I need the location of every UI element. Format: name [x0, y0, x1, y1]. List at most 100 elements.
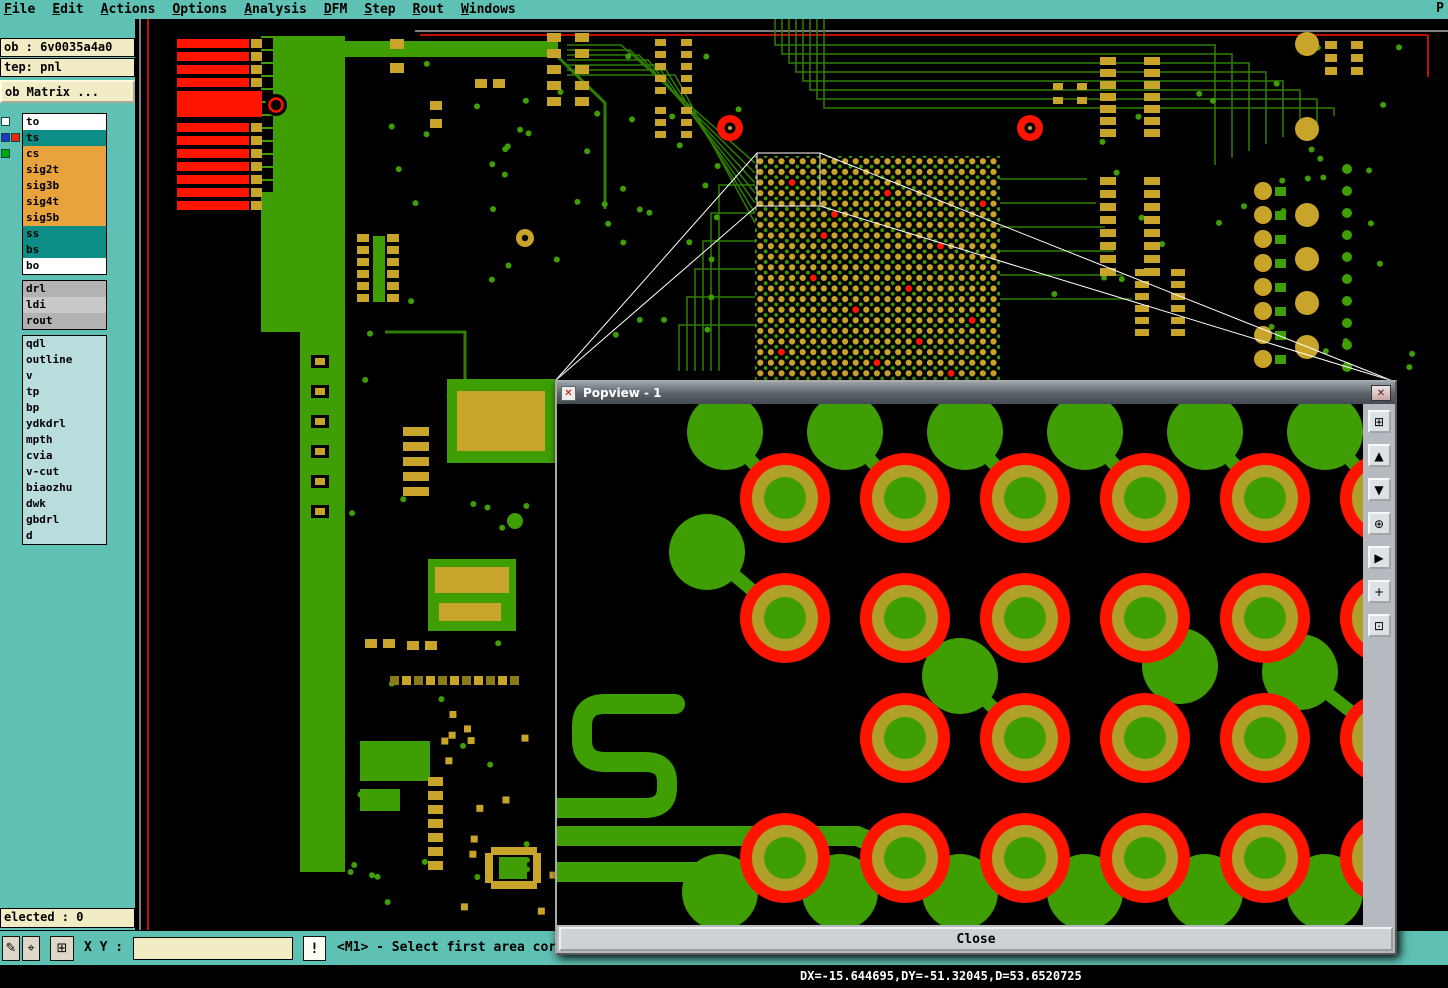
- layer-row-bo[interactable]: bo: [23, 258, 106, 274]
- layer-row-ldi[interactable]: ldi: [23, 297, 106, 313]
- popview-logo-icon: ✕: [561, 385, 576, 401]
- move-view-icon[interactable]: +: [1367, 580, 1391, 603]
- layer-row-bp[interactable]: bp: [23, 400, 106, 416]
- layer-row-gbdrl[interactable]: gbdrl: [23, 512, 106, 528]
- layer-swatch-slot-cs[interactable]: [0, 145, 22, 161]
- layer-swatch-slot-d[interactable]: [0, 527, 22, 543]
- layer-swatch-slot-ss[interactable]: [0, 225, 22, 241]
- prompt-message: <M1> - Select first area corner: [337, 940, 580, 955]
- layer-row-d[interactable]: d: [23, 528, 106, 544]
- layer-row-mpth[interactable]: mpth: [23, 432, 106, 448]
- job-field[interactable]: ob : 6v0035a4a0: [0, 38, 135, 57]
- menu-actions[interactable]: Actions: [101, 2, 156, 17]
- status-bar: DX=-15.644695,DY=-51.32045,D=53.6520725: [0, 965, 1448, 988]
- menu-bar: File Edit Actions Options Analysis DFM Step Rou…: [0, 0, 1448, 19]
- pan-up-icon[interactable]: ▲: [1367, 444, 1391, 467]
- layer-swatch-slot-sig5b[interactable]: [0, 209, 22, 225]
- grid-icon[interactable]: ⊞: [50, 936, 74, 961]
- layer-swatch-slot-qdl[interactable]: [0, 335, 22, 351]
- layer-color-swatch[interactable]: [1, 148, 10, 158]
- layer-group: to ts cs sig2t sig3b sig4t sig5b ss bs bo: [0, 113, 107, 275]
- layer-color-swatch[interactable]: [1, 132, 10, 142]
- layer-swatch-slot-mpth[interactable]: [0, 431, 22, 447]
- layer-row-cs[interactable]: cs: [23, 146, 106, 162]
- menu-edit[interactable]: Edit: [52, 2, 83, 17]
- layer-swatch-slot-sig3b[interactable]: [0, 177, 22, 193]
- menu-file[interactable]: File: [4, 2, 35, 17]
- selected-count: elected : 0: [0, 908, 135, 928]
- layer-row-outline[interactable]: outline: [23, 352, 106, 368]
- menu-rout[interactable]: Rout: [413, 2, 444, 17]
- layer-swatch-slot-ts[interactable]: [0, 129, 22, 145]
- layer-row-sig2t[interactable]: sig2t: [23, 162, 106, 178]
- layer-swatch-slot-outline[interactable]: [0, 351, 22, 367]
- menu-analysis[interactable]: Analysis: [244, 2, 307, 17]
- layer-group: drl ldi rout: [0, 280, 107, 330]
- layer-swatch-slot-v-cut[interactable]: [0, 463, 22, 479]
- layer-cells: drl ldi rout: [22, 280, 107, 330]
- layer-row-tp[interactable]: tp: [23, 384, 106, 400]
- popview-artwork[interactable]: [557, 404, 1363, 925]
- layer-swatch-slot-drl[interactable]: [0, 280, 22, 296]
- draw-icon[interactable]: ✎: [2, 936, 20, 961]
- layer-swatch-slot-bo[interactable]: [0, 257, 22, 273]
- layer-row-qdl[interactable]: qdl: [23, 336, 106, 352]
- center-view-icon[interactable]: ⊡: [1367, 614, 1391, 637]
- layer-color-swatch[interactable]: [1, 116, 10, 126]
- menu-options[interactable]: Options: [172, 2, 227, 17]
- step-field[interactable]: tep: pnl: [0, 58, 135, 77]
- layer-swatch-slot-tp[interactable]: [0, 383, 22, 399]
- layer-swatch-slot-to[interactable]: [0, 113, 22, 129]
- layer-row-ts[interactable]: ts: [23, 130, 106, 146]
- pan-down-icon[interactable]: ▼: [1367, 478, 1391, 501]
- alert-button[interactable]: !: [303, 936, 326, 961]
- menu-step[interactable]: Step: [364, 2, 395, 17]
- layer-swatch-slot-bs[interactable]: [0, 241, 22, 257]
- layer-color-swatch[interactable]: [11, 132, 20, 142]
- layer-swatch-slot-cvia[interactable]: [0, 447, 22, 463]
- popview-titlebar[interactable]: ✕ Popview - 1 ✕: [557, 382, 1395, 404]
- cursor-delta-readout: DX=-15.644695,DY=-51.32045,D=53.6520725: [800, 969, 1082, 983]
- popview-close-bar: Close: [557, 925, 1395, 953]
- layer-row-sig5b[interactable]: sig5b: [23, 210, 106, 226]
- menu-item-right[interactable]: P: [1436, 1, 1444, 16]
- crosshair-icon[interactable]: ⌖: [22, 936, 40, 961]
- layer-row-v-cut[interactable]: v-cut: [23, 464, 106, 480]
- layer-row-cvia[interactable]: cvia: [23, 448, 106, 464]
- layer-swatch-slot-gbdrl[interactable]: [0, 511, 22, 527]
- layer-row-drl[interactable]: drl: [23, 281, 106, 297]
- layer-swatch-slot-sig2t[interactable]: [0, 161, 22, 177]
- layer-swatch-slot-v[interactable]: [0, 367, 22, 383]
- menu-dfm[interactable]: DFM: [324, 2, 347, 17]
- layer-swatch-slot-rout[interactable]: [0, 312, 22, 328]
- layer-row-ydkdrl[interactable]: ydkdrl: [23, 416, 106, 432]
- layer-row-dwk[interactable]: dwk: [23, 496, 106, 512]
- popview-close-icon[interactable]: ✕: [1371, 385, 1391, 401]
- layer-swatch-slot-ydkdrl[interactable]: [0, 415, 22, 431]
- layer-row-bs[interactable]: bs: [23, 242, 106, 258]
- popview-close-button[interactable]: Close: [559, 927, 1393, 951]
- popview-toolbar: ⊞ ▲ ▼ ⊕ ▶ + ⊡: [1363, 404, 1395, 925]
- layer-swatch-slot-biaozhu[interactable]: [0, 479, 22, 495]
- pan-right-icon[interactable]: ▶: [1367, 546, 1391, 569]
- layer-row-sig4t[interactable]: sig4t: [23, 194, 106, 210]
- layer-row-biaozhu[interactable]: biaozhu: [23, 480, 106, 496]
- layer-row-to[interactable]: to: [23, 114, 106, 130]
- layer-swatch-slot-bp[interactable]: [0, 399, 22, 415]
- layer-row-sig3b[interactable]: sig3b: [23, 178, 106, 194]
- layer-swatch-slot-dwk[interactable]: [0, 495, 22, 511]
- job-matrix-button[interactable]: ob Matrix ...: [0, 80, 135, 103]
- zoom-in-icon[interactable]: ⊕: [1367, 512, 1391, 535]
- layer-swatch-slot-ldi[interactable]: [0, 296, 22, 312]
- layer-row-rout[interactable]: rout: [23, 313, 106, 329]
- xy-input[interactable]: [133, 937, 293, 960]
- left-panel: ob : 6v0035a4a0 tep: pnl ob Matrix ... t…: [0, 19, 135, 930]
- popview-window[interactable]: ✕ Popview - 1 ✕ ⊞ ▲ ▼ ⊕ ▶ + ⊡ Close: [555, 380, 1397, 955]
- xy-label: X Y :: [84, 940, 124, 955]
- window-icon[interactable]: ⊞: [1367, 410, 1391, 433]
- menu-windows[interactable]: Windows: [461, 2, 516, 17]
- layer-row-v[interactable]: v: [23, 368, 106, 384]
- popview-title: Popview - 1: [583, 386, 662, 400]
- layer-row-ss[interactable]: ss: [23, 226, 106, 242]
- layer-swatch-slot-sig4t[interactable]: [0, 193, 22, 209]
